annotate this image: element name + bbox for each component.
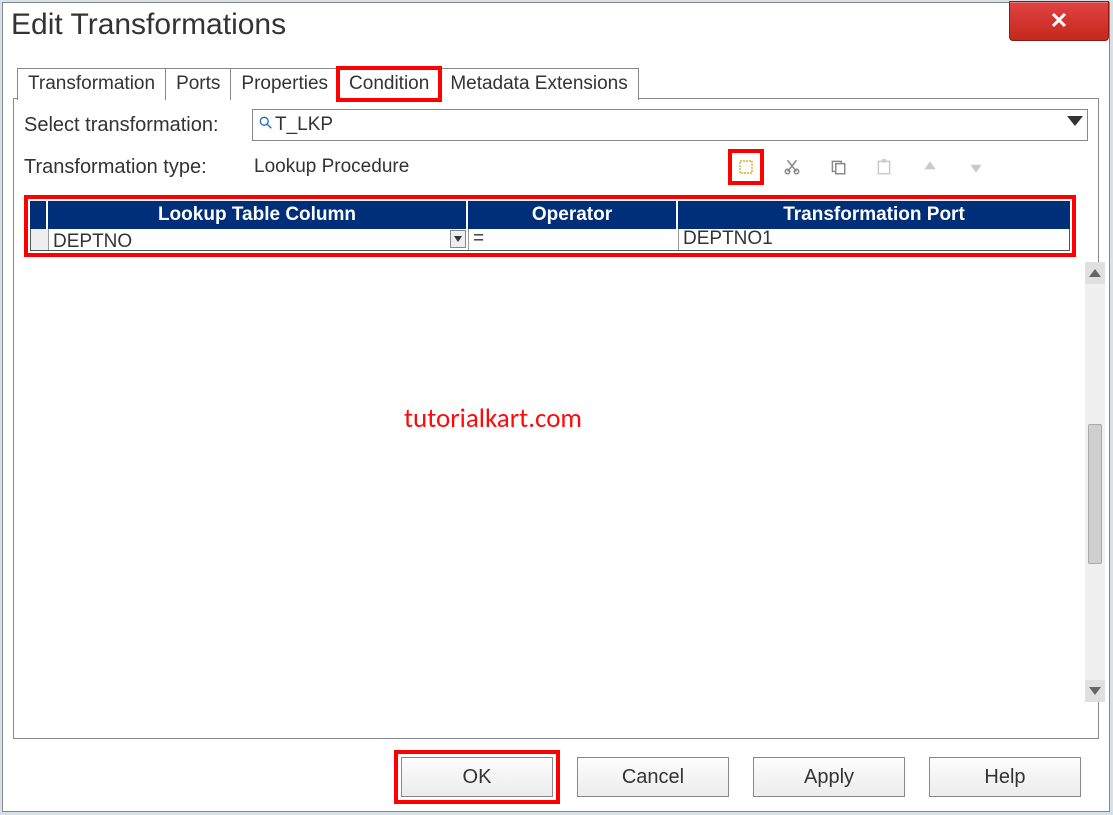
vertical-scrollbar[interactable] — [1085, 262, 1105, 702]
row-transformation-type: Transformation type: Lookup Procedure — [24, 151, 1088, 183]
cell-lookup-col-value: DEPTNO — [53, 232, 132, 251]
tab-condition[interactable]: Condition — [338, 68, 440, 100]
condition-grid: Lookup Table Column Operator Transformat… — [24, 195, 1076, 257]
grid-toolbar — [732, 153, 990, 181]
close-icon: ✕ — [1050, 8, 1068, 34]
dialog-window: Edit Transformations ✕ Transformation Po… — [2, 2, 1110, 812]
dialog-title: Edit Transformations — [11, 8, 286, 42]
label-select-transformation: Select transformation: — [24, 114, 252, 137]
titlebar: Edit Transformations ✕ — [3, 3, 1109, 47]
cell-lookup-col[interactable]: DEPTNO — [49, 229, 469, 251]
help-button[interactable]: Help — [929, 757, 1081, 797]
copy-button[interactable] — [824, 153, 852, 181]
cancel-button[interactable]: Cancel — [577, 757, 729, 797]
dialog-content: Transformation Ports Properties Conditio… — [3, 47, 1109, 811]
col-header-lookup[interactable]: Lookup Table Column — [48, 201, 468, 229]
dialog-buttons: OK Cancel Apply Help — [13, 739, 1099, 801]
select-transformation-dropdown[interactable]: T_LKP — [252, 109, 1088, 141]
row-select-transformation: Select transformation: T_LKP — [24, 109, 1088, 141]
grid-body-area: tutorialkart.com — [24, 257, 1088, 728]
label-transformation-type: Transformation type: — [24, 156, 252, 179]
grid-corner — [30, 201, 48, 229]
scroll-thumb[interactable] — [1088, 424, 1102, 564]
transformation-type-value: Lookup Procedure — [252, 151, 692, 183]
paste-button[interactable] — [870, 153, 898, 181]
grid-row[interactable]: DEPTNO = DEPTNO1 — [30, 229, 1070, 251]
move-up-button[interactable] — [916, 153, 944, 181]
apply-button[interactable]: Apply — [753, 757, 905, 797]
scroll-up-icon[interactable] — [1085, 262, 1105, 284]
watermark-text: tutorialkart.com — [404, 402, 582, 435]
magnifier-icon — [259, 114, 273, 136]
move-down-button[interactable] — [962, 153, 990, 181]
cell-port[interactable]: DEPTNO1 — [679, 229, 1069, 251]
select-transformation-value: T_LKP — [275, 114, 333, 136]
close-button[interactable]: ✕ — [1009, 1, 1109, 41]
tab-ports[interactable]: Ports — [165, 68, 231, 100]
tab-transformation[interactable]: Transformation — [17, 68, 166, 100]
chevron-down-icon — [1067, 116, 1083, 126]
col-header-operator[interactable]: Operator — [468, 201, 678, 229]
tab-properties[interactable]: Properties — [230, 68, 339, 100]
chevron-down-icon[interactable] — [450, 230, 466, 248]
row-handle[interactable] — [31, 229, 49, 251]
ok-button[interactable]: OK — [401, 757, 553, 797]
tab-panel-condition: Select transformation: T_LKP Transformat… — [13, 98, 1099, 739]
scroll-down-icon[interactable] — [1085, 680, 1105, 702]
tab-metadata-extensions[interactable]: Metadata Extensions — [439, 68, 638, 100]
cut-button[interactable] — [778, 153, 806, 181]
new-row-button[interactable] — [732, 153, 760, 181]
col-header-port[interactable]: Transformation Port — [678, 201, 1070, 229]
grid-header: Lookup Table Column Operator Transformat… — [30, 201, 1070, 229]
tab-bar: Transformation Ports Properties Conditio… — [17, 67, 1099, 99]
cell-operator[interactable]: = — [469, 229, 679, 251]
